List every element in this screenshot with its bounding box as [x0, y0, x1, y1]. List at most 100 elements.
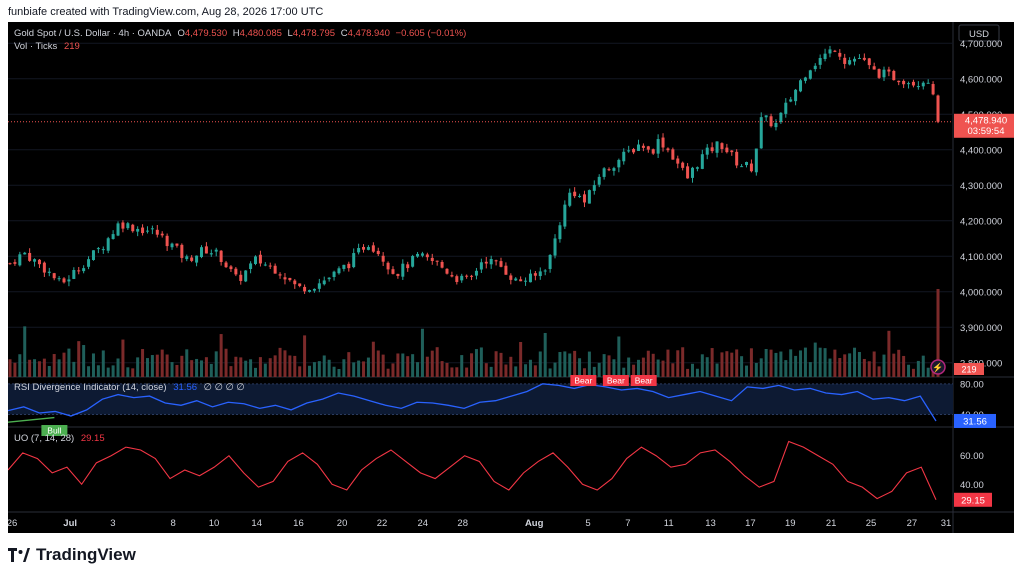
candle-body[interactable] [892, 70, 896, 81]
candle-body[interactable] [180, 244, 184, 258]
candle-body[interactable] [23, 252, 27, 255]
candle-body[interactable] [686, 166, 690, 179]
candle-body[interactable] [342, 264, 346, 269]
candle-body[interactable] [558, 225, 562, 240]
candle-body[interactable] [504, 265, 508, 275]
candle-body[interactable] [396, 273, 400, 276]
candle-body[interactable] [239, 274, 243, 281]
candle-body[interactable] [312, 288, 316, 291]
candle-body[interactable] [303, 286, 307, 292]
candle-body[interactable] [921, 82, 925, 87]
candle-body[interactable] [902, 80, 906, 85]
candle-body[interactable] [455, 276, 459, 282]
candle-body[interactable] [700, 154, 704, 169]
candle-body[interactable] [764, 115, 768, 118]
candle-body[interactable] [916, 86, 920, 88]
candle-body[interactable] [857, 58, 861, 60]
rsi-title[interactable]: RSI Divergence Indicator (14, close) [14, 382, 167, 393]
candle-body[interactable] [774, 123, 778, 128]
candle-body[interactable] [543, 270, 547, 272]
candle-body[interactable] [538, 271, 542, 277]
candle-body[interactable] [602, 168, 606, 177]
candle-body[interactable] [627, 150, 631, 152]
candle-body[interactable] [494, 260, 498, 262]
candle-body[interactable] [833, 50, 837, 52]
candle-body[interactable] [82, 268, 86, 272]
candle-body[interactable] [651, 149, 655, 154]
candle-body[interactable] [470, 275, 474, 277]
candle-body[interactable] [386, 262, 390, 270]
candle-body[interactable] [425, 254, 429, 258]
candle-body[interactable] [715, 141, 719, 153]
candle-body[interactable] [843, 57, 847, 64]
candle-body[interactable] [666, 148, 670, 151]
candle-body[interactable] [57, 278, 61, 280]
chart-container[interactable]: Gold Spot / U.S. Dollar · 4h · OANDA O4,… [7, 22, 1014, 533]
candle-body[interactable] [720, 143, 724, 149]
candle-body[interactable] [244, 270, 248, 282]
candle-body[interactable] [528, 273, 532, 283]
candle-body[interactable] [258, 254, 262, 264]
candle-body[interactable] [656, 139, 660, 154]
candle-body[interactable] [116, 223, 120, 236]
candle-body[interactable] [160, 233, 164, 236]
candle-body[interactable] [62, 278, 66, 283]
candle-body[interactable] [77, 270, 81, 272]
candle-body[interactable] [141, 227, 145, 234]
candle-body[interactable] [828, 49, 832, 54]
candle-body[interactable] [8, 263, 12, 265]
candle-body[interactable] [926, 82, 930, 84]
candle-body[interactable] [37, 259, 41, 265]
candle-body[interactable] [101, 249, 105, 251]
candle-body[interactable] [411, 256, 415, 267]
candle-body[interactable] [749, 163, 753, 172]
candle-body[interactable] [416, 253, 420, 257]
candle-body[interactable] [435, 260, 439, 262]
candle-body[interactable] [332, 271, 336, 277]
candle-body[interactable] [111, 234, 115, 239]
candle-body[interactable] [28, 252, 32, 261]
candle-body[interactable] [568, 192, 572, 206]
candle-body[interactable] [268, 265, 272, 267]
candle-body[interactable] [185, 256, 189, 260]
candle-body[interactable] [897, 80, 901, 83]
candle-body[interactable] [799, 80, 803, 92]
candle-body[interactable] [779, 112, 783, 123]
candle-body[interactable] [106, 238, 110, 251]
candle-body[interactable] [327, 277, 331, 280]
candle-body[interactable] [347, 263, 351, 269]
candle-body[interactable] [813, 65, 817, 70]
candle-body[interactable] [352, 253, 356, 268]
candle-body[interactable] [145, 230, 149, 232]
candle-body[interactable] [440, 261, 444, 268]
candle-body[interactable] [641, 145, 645, 148]
candle-body[interactable] [695, 167, 699, 169]
candle-body[interactable] [514, 278, 518, 281]
candle-body[interactable] [489, 259, 493, 265]
candle-body[interactable] [224, 262, 228, 268]
candle-body[interactable] [406, 264, 410, 269]
candle-body[interactable] [848, 60, 852, 65]
candle-body[interactable] [710, 147, 714, 152]
candle-body[interactable] [371, 245, 375, 252]
candle-body[interactable] [254, 256, 258, 264]
candle-body[interactable] [705, 147, 709, 155]
candle-body[interactable] [288, 277, 292, 281]
candle-body[interactable] [126, 223, 130, 229]
candle-body[interactable] [460, 275, 464, 281]
candle-body[interactable] [931, 84, 935, 95]
legend-symbol[interactable]: Gold Spot / U.S. Dollar · 4h · OANDA [14, 28, 172, 39]
candle-body[interactable] [52, 273, 56, 279]
candle-body[interactable] [420, 253, 424, 256]
candle-body[interactable] [745, 162, 749, 166]
candle-body[interactable] [13, 262, 17, 264]
candle-body[interactable] [587, 190, 591, 204]
candle-body[interactable] [671, 149, 675, 160]
candle-body[interactable] [818, 58, 822, 65]
candle-body[interactable] [636, 144, 640, 151]
candle-body[interactable] [553, 238, 557, 256]
candle-body[interactable] [18, 254, 22, 266]
candle-body[interactable] [808, 70, 812, 79]
candle-body[interactable] [293, 280, 297, 285]
candle-body[interactable] [298, 283, 302, 287]
